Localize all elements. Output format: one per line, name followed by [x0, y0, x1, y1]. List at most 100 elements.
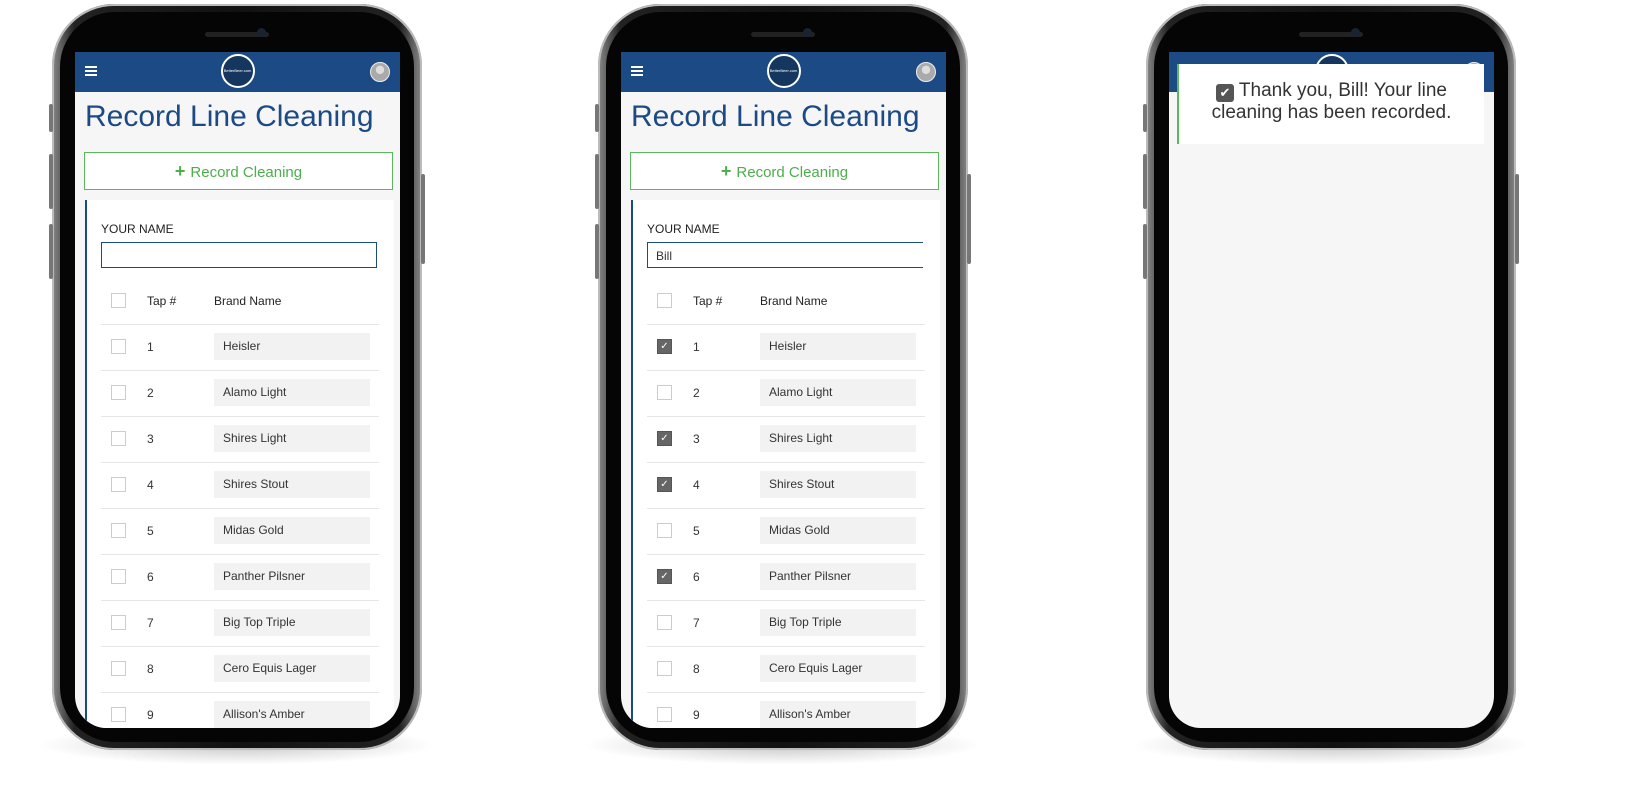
- tap-number: 1: [693, 340, 700, 354]
- front-camera: [1351, 28, 1360, 37]
- tap-number: 5: [693, 524, 700, 538]
- table-row: 2 Alamo Light: [647, 370, 925, 417]
- brand-name: Alamo Light: [760, 379, 916, 406]
- checkbox[interactable]: [657, 707, 672, 722]
- table-header: Tap # Brand Name: [647, 278, 925, 325]
- checkbox-checked[interactable]: ✓: [657, 569, 672, 584]
- checkbox[interactable]: [111, 477, 126, 492]
- tap-number: 2: [693, 386, 700, 400]
- checkbox[interactable]: [111, 385, 126, 400]
- table-row: 4 Shires Stout: [101, 462, 379, 509]
- cleaning-form: YOUR NAME Bill Tap # Brand Name ✓ 1 Heisler 2 Al…: [631, 200, 940, 728]
- checkbox[interactable]: [111, 707, 126, 722]
- brand-name: Allison's Amber: [214, 701, 370, 728]
- side-button: [595, 154, 599, 209]
- app-logo[interactable]: BetterBeer.com: [766, 54, 801, 88]
- side-button: [1143, 154, 1147, 209]
- checkbox[interactable]: [111, 615, 126, 630]
- name-input[interactable]: [101, 242, 377, 268]
- brand-name: Heisler: [760, 333, 916, 360]
- checkbox[interactable]: [111, 661, 126, 676]
- front-camera: [803, 28, 812, 37]
- brand-name: Shires Stout: [214, 471, 370, 498]
- tap-number: 4: [147, 478, 154, 492]
- table-row: 7 Big Top Triple: [101, 600, 379, 647]
- tap-number: 8: [147, 662, 154, 676]
- app-screen: BetterBeer.com✔ Thank you, Bill! Your li…: [1169, 52, 1494, 728]
- app-screen: BetterBeer.com Record Line Cleaning + Reco…: [621, 52, 946, 728]
- record-cleaning-button[interactable]: + Record Cleaning: [630, 152, 939, 190]
- table-row: ✓ 3 Shires Light: [647, 416, 925, 463]
- brand-column-header: Brand Name: [214, 294, 282, 308]
- table-row: 1 Heisler: [101, 324, 379, 371]
- tap-number: 9: [147, 708, 154, 722]
- table-row: ✓ 6 Panther Pilsner: [647, 554, 925, 601]
- phone-frame: BetterBeer.com Record Line Cleaning + Reco…: [49, 4, 425, 750]
- table-row: 8 Cero Equis Lager: [647, 646, 925, 693]
- power-button: [967, 174, 971, 264]
- checkbox-checked[interactable]: ✓: [657, 477, 672, 492]
- table-row: 5 Midas Gold: [647, 508, 925, 555]
- brand-name: Cero Equis Lager: [760, 655, 916, 682]
- side-button: [49, 224, 53, 279]
- table-header: Tap # Brand Name: [101, 278, 379, 325]
- checkbox[interactable]: [111, 431, 126, 446]
- tap-number: 3: [693, 432, 700, 446]
- brand-column-header: Brand Name: [760, 294, 828, 308]
- brand-name: Panther Pilsner: [214, 563, 370, 590]
- table-row: ✓ 1 Heisler: [647, 324, 925, 371]
- side-button: [1143, 224, 1147, 279]
- table-row: 8 Cero Equis Lager: [101, 646, 379, 693]
- checkbox[interactable]: [657, 385, 672, 400]
- side-button: [595, 104, 599, 132]
- power-button: [421, 174, 425, 264]
- app-screen: BetterBeer.com Record Line Cleaning + Reco…: [75, 52, 400, 728]
- tap-number: 3: [147, 432, 154, 446]
- checkbox-checked[interactable]: ✓: [657, 431, 672, 446]
- app-header: BetterBeer.com: [75, 52, 400, 92]
- brand-name: Shires Light: [214, 425, 370, 452]
- brand-name: Cero Equis Lager: [214, 655, 370, 682]
- name-input[interactable]: Bill: [647, 242, 923, 268]
- phone-frame: BetterBeer.com✔ Thank you, Bill! Your li…: [1143, 4, 1519, 750]
- brand-name: Midas Gold: [760, 517, 916, 544]
- tap-number: 1: [147, 340, 154, 354]
- checkbox[interactable]: [657, 615, 672, 630]
- tap-number: 6: [693, 570, 700, 584]
- side-button: [1143, 104, 1147, 132]
- tap-number: 6: [147, 570, 154, 584]
- power-button: [1515, 174, 1519, 264]
- hamburger-menu-icon[interactable]: [85, 66, 97, 76]
- plus-icon: +: [720, 161, 737, 181]
- page-title: Record Line Cleaning: [631, 100, 920, 133]
- checkbox-checked[interactable]: ✓: [657, 339, 672, 354]
- checkbox[interactable]: [111, 523, 126, 538]
- hamburger-menu-icon[interactable]: [631, 66, 643, 76]
- record-cleaning-button[interactable]: + Record Cleaning: [84, 152, 393, 190]
- select-all-checkbox[interactable]: [657, 293, 672, 308]
- table-row: 9 Allison's Amber: [101, 692, 379, 728]
- tap-column-header: Tap #: [693, 294, 723, 308]
- checkbox[interactable]: [111, 569, 126, 584]
- user-avatar-icon[interactable]: [370, 62, 390, 82]
- tap-number: 9: [693, 708, 700, 722]
- checkbox[interactable]: [657, 661, 672, 676]
- tap-number: 8: [693, 662, 700, 676]
- app-logo[interactable]: BetterBeer.com: [220, 54, 255, 88]
- brand-name: Allison's Amber: [760, 701, 916, 728]
- checkbox[interactable]: [111, 339, 126, 354]
- brand-name: Panther Pilsner: [760, 563, 916, 590]
- select-all-checkbox[interactable]: [111, 293, 126, 308]
- user-avatar-icon[interactable]: [916, 62, 936, 82]
- checkbox[interactable]: [657, 523, 672, 538]
- confirmation-line-2: cleaning has been recorded.: [1211, 102, 1452, 123]
- brand-name: Shires Stout: [760, 471, 916, 498]
- confirmation-message: ✔ Thank you, Bill! Your line cleaning has…: [1177, 64, 1484, 144]
- table-row: ✓ 4 Shires Stout: [647, 462, 925, 509]
- tap-number: 2: [147, 386, 154, 400]
- name-label: YOUR NAME: [101, 222, 174, 236]
- side-button: [595, 224, 599, 279]
- tap-number: 5: [147, 524, 154, 538]
- front-camera: [257, 28, 266, 37]
- tap-number: 7: [693, 616, 700, 630]
